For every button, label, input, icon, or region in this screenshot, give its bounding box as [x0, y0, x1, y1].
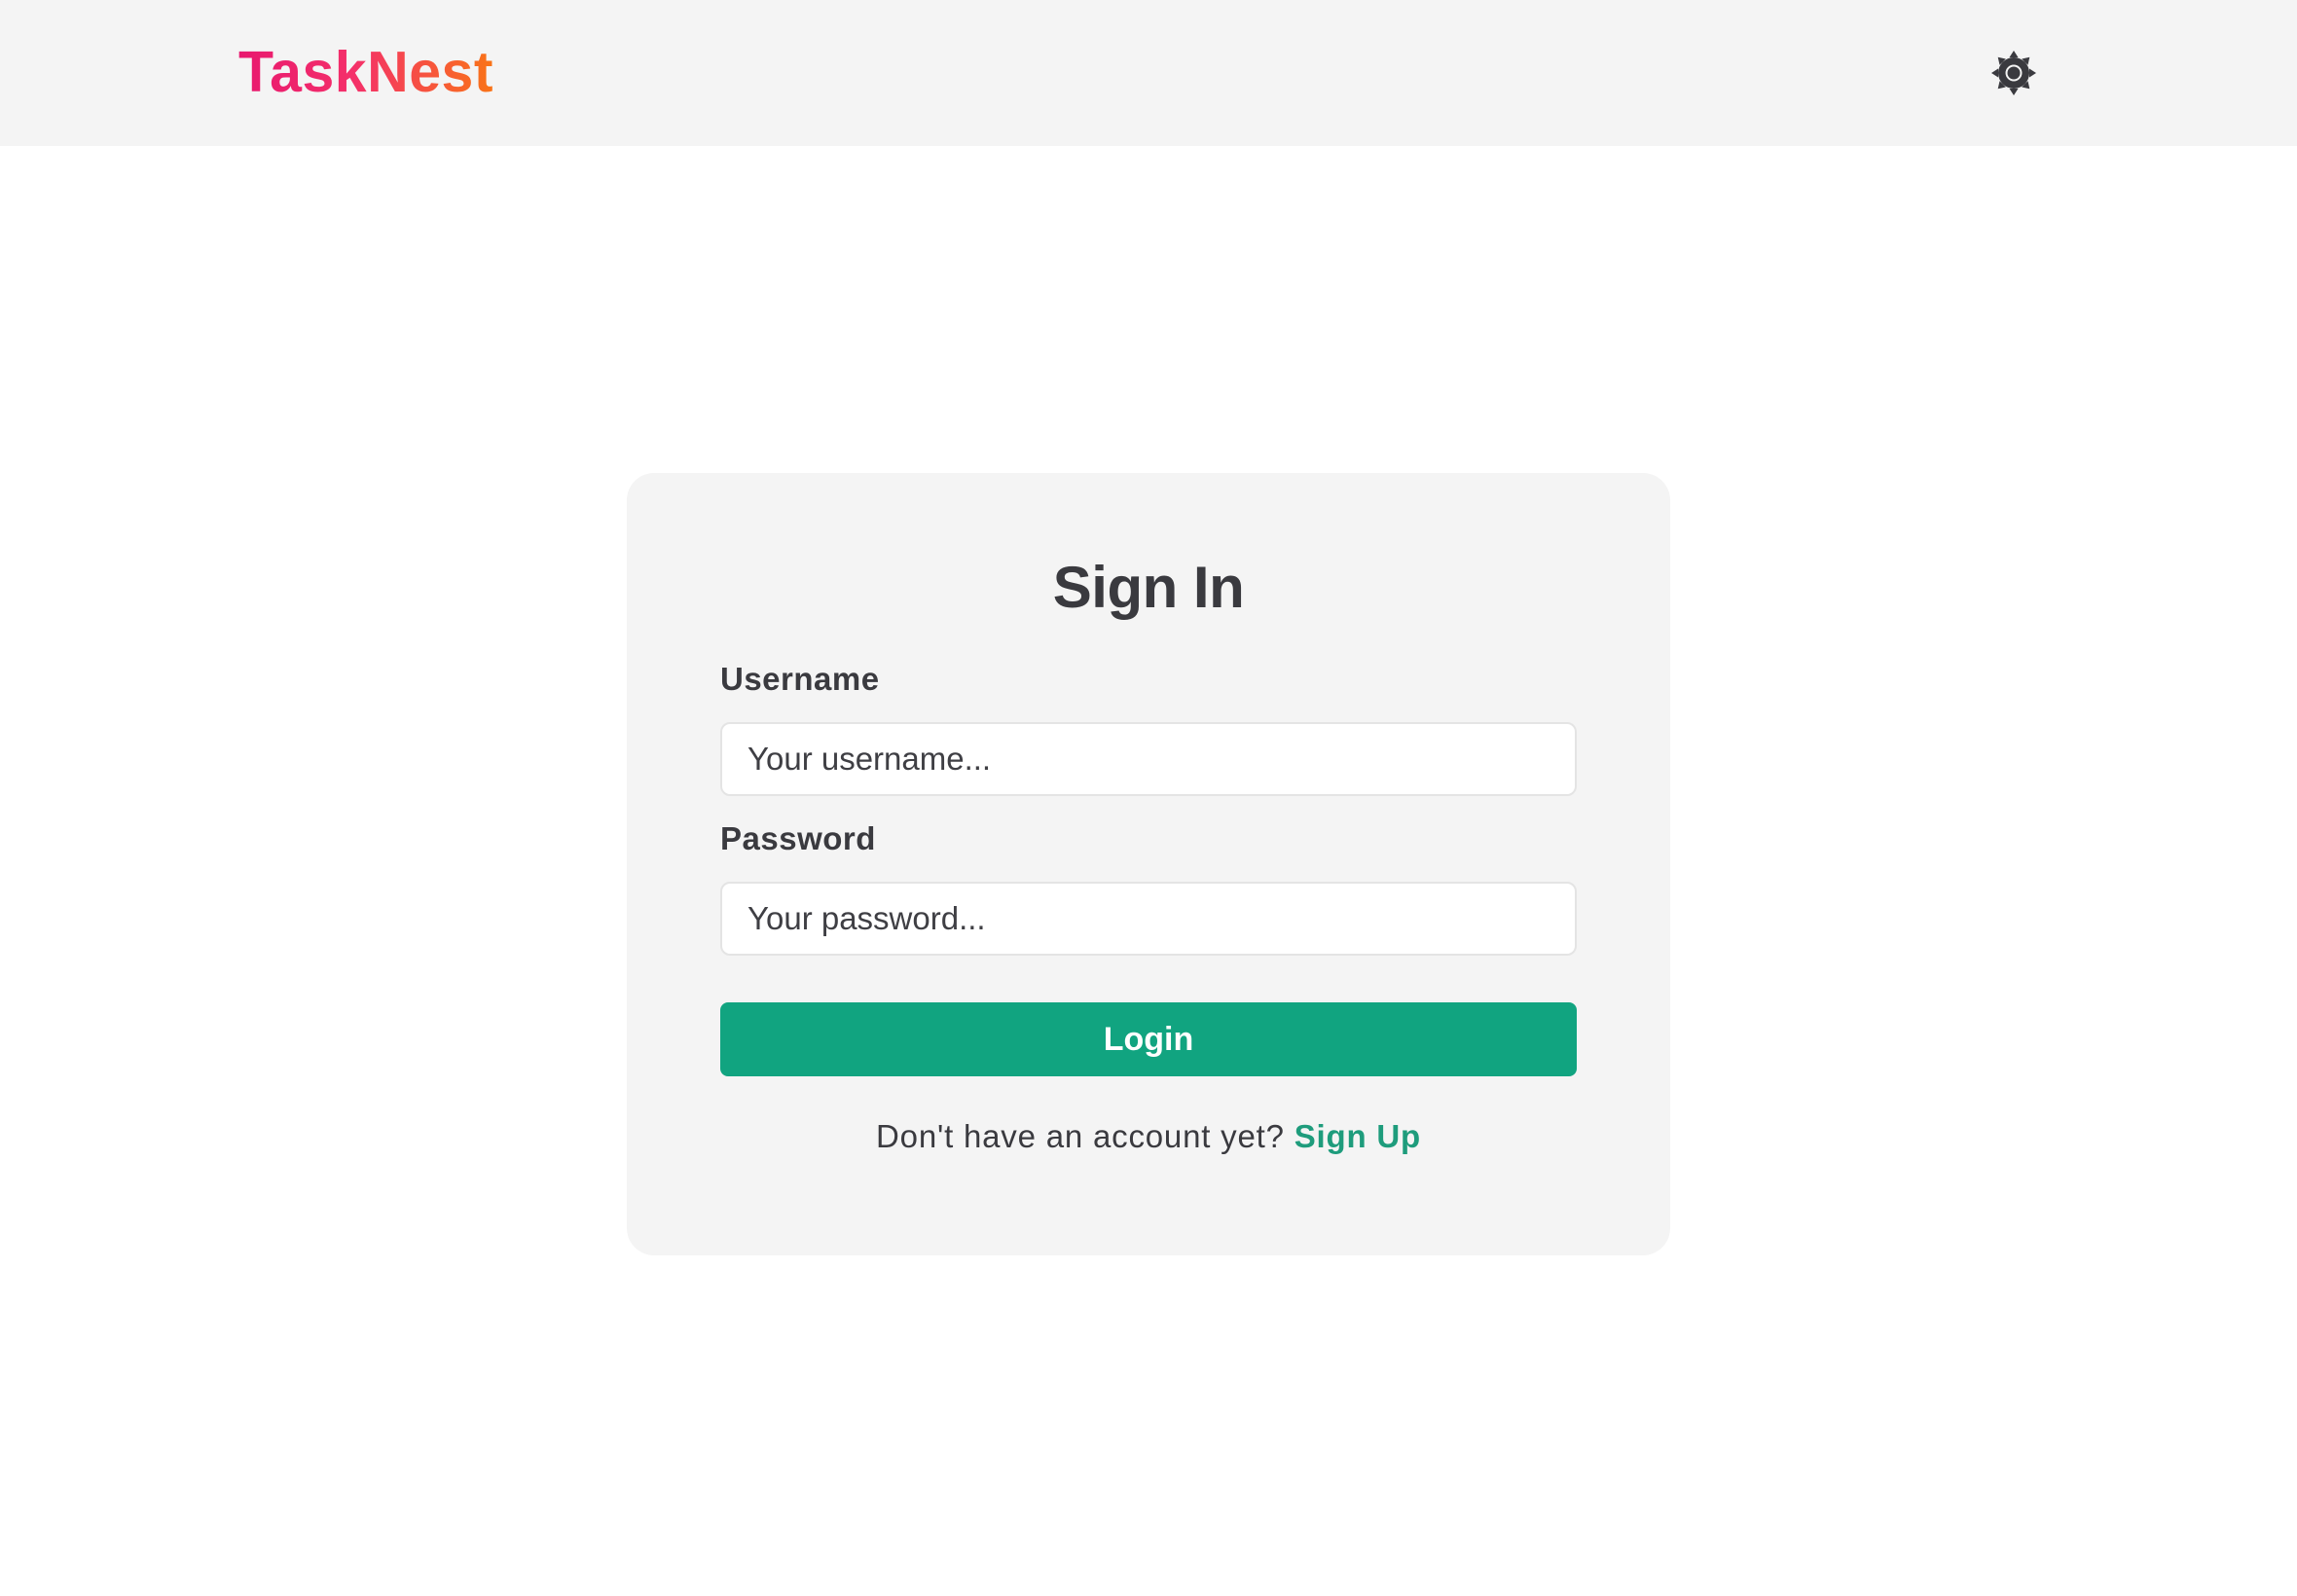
signup-prompt-row: Don't have an account yet? Sign Up: [627, 1115, 1670, 1158]
login-button[interactable]: Login: [720, 1002, 1577, 1076]
signup-link[interactable]: Sign Up: [1294, 1118, 1421, 1154]
password-label: Password: [720, 820, 876, 856]
sun-icon: [1991, 51, 2036, 95]
signin-card: Sign In Username Password Login Don't ha…: [627, 473, 1670, 1255]
username-label: Username: [720, 661, 880, 697]
signin-title: Sign In: [1052, 555, 1245, 620]
brand-logo[interactable]: TaskNest: [238, 37, 493, 107]
top-navbar: TaskNest: [0, 0, 2297, 146]
signup-prompt-text: Don't have an account yet?: [876, 1118, 1285, 1154]
password-input[interactable]: [720, 882, 1577, 956]
theme-toggle-button[interactable]: [1990, 50, 2037, 96]
username-input[interactable]: [720, 722, 1577, 796]
